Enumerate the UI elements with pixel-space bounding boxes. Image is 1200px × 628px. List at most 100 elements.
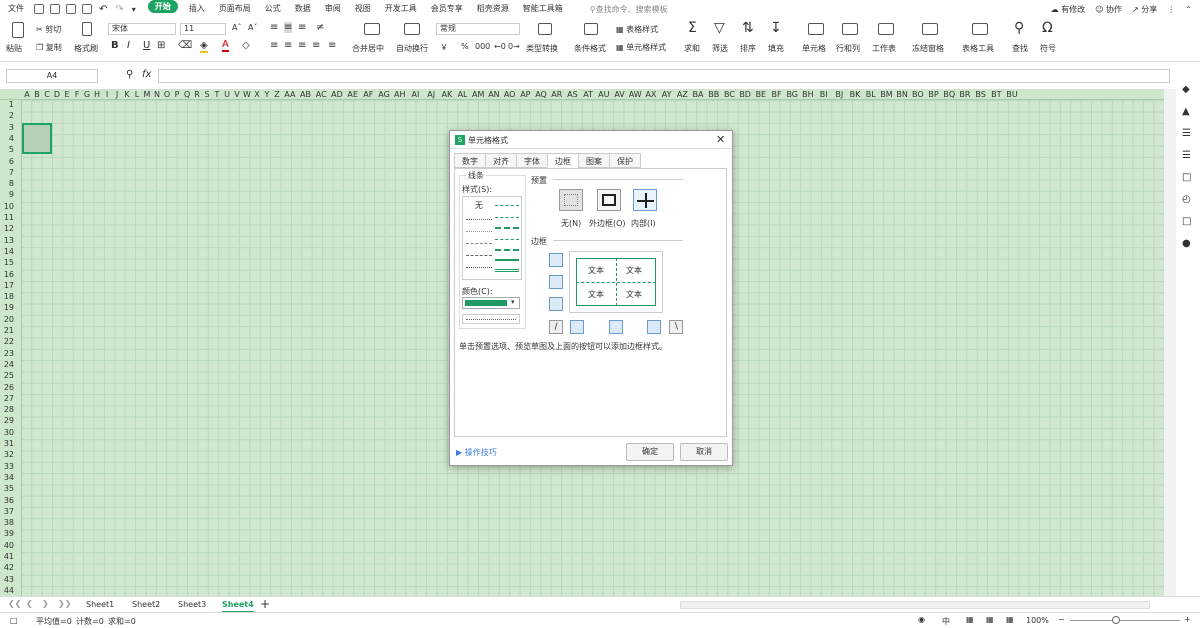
row-header[interactable]: 21 [0, 326, 21, 336]
column-header[interactable]: AD [329, 89, 345, 99]
select-icon[interactable]: ▲ [1182, 106, 1190, 117]
cond-format-button[interactable]: 条件格式 [574, 43, 606, 54]
sort-button[interactable]: 排序 [740, 43, 756, 54]
map-pin-icon[interactable]: ● [1182, 238, 1191, 249]
kebab-icon[interactable]: ⋮ [1167, 5, 1175, 14]
selected-range[interactable] [22, 123, 52, 154]
style-dotted-option[interactable] [466, 231, 492, 232]
cond-format-icon[interactable] [584, 23, 598, 35]
row-header[interactable]: 38 [0, 518, 21, 528]
row-header[interactable]: 43 [0, 575, 21, 585]
zoom-thumb[interactable] [1112, 616, 1120, 624]
column-header[interactable]: AQ [533, 89, 549, 99]
column-header[interactable]: AN [486, 89, 502, 99]
style-none-option[interactable]: 无 [475, 200, 483, 211]
formula-input[interactable] [158, 69, 1170, 83]
style-green-solid-1[interactable] [495, 259, 519, 261]
column-header[interactable]: AS [565, 89, 581, 99]
border-icon[interactable]: ⊞ [157, 40, 165, 51]
row-header[interactable]: 28 [0, 405, 21, 415]
table-style-button[interactable]: ▦ 表格样式 [616, 24, 658, 35]
row-header[interactable]: 39 [0, 529, 21, 539]
column-header[interactable]: BS [973, 89, 989, 99]
add-sheet-icon[interactable]: + [260, 597, 270, 611]
row-header[interactable]: 36 [0, 496, 21, 506]
column-header[interactable]: BF [769, 89, 785, 99]
fill-icon[interactable]: ↧ [770, 20, 782, 36]
sheet-tab-2[interactable]: Sheet2 [132, 599, 160, 611]
column-header[interactable]: AU [596, 89, 612, 99]
align-top-icon[interactable]: ≡ [270, 22, 278, 33]
clear-format-icon[interactable]: ◇ [242, 40, 250, 51]
row-header[interactable]: 2 [0, 111, 21, 121]
merge-center-icon[interactable] [364, 23, 380, 35]
column-header[interactable]: AR [549, 89, 565, 99]
name-box[interactable]: A4 [6, 69, 98, 83]
font-size-select[interactable]: 11 [180, 23, 226, 35]
wrap-text-icon[interactable] [404, 23, 420, 35]
sheet-icon[interactable] [878, 23, 894, 35]
column-header[interactable]: Y [262, 89, 272, 99]
column-header[interactable]: O [162, 89, 172, 99]
column-header[interactable]: AA [282, 89, 298, 99]
paste-icon[interactable] [12, 22, 24, 38]
column-header[interactable]: BA [690, 89, 706, 99]
border-left-button[interactable] [570, 320, 584, 334]
underline-button[interactable]: U [143, 40, 150, 51]
menu-4[interactable]: 数据 [288, 0, 318, 18]
column-header[interactable]: M [142, 89, 152, 99]
sliders-icon[interactable]: ☰ [1182, 150, 1191, 161]
row-header[interactable]: 12 [0, 224, 21, 234]
column-header[interactable]: P [172, 89, 182, 99]
column-header[interactable]: BP [926, 89, 942, 99]
share-button[interactable]: ↗ 分享 [1132, 4, 1157, 15]
cell-style-button[interactable]: ▦ 单元格样式 [616, 42, 666, 53]
column-header[interactable]: BQ [941, 89, 957, 99]
dialog-titlebar[interactable]: S 单元格格式 ✕ [450, 131, 732, 149]
dialog-tab-4[interactable]: 图案 [578, 153, 610, 168]
menu-10[interactable]: 智能工具箱 [516, 0, 570, 18]
fill-button[interactable]: 填充 [768, 43, 784, 54]
cell-icon[interactable] [808, 23, 824, 35]
cut-button[interactable]: ✂ 剪切 [36, 24, 61, 35]
italic-button[interactable]: I [127, 40, 130, 51]
macro-icon[interactable]: □ [10, 616, 18, 625]
column-header[interactable]: AM [470, 89, 486, 99]
menu-6[interactable]: 视图 [348, 0, 378, 18]
undo-icon[interactable]: ↶ [99, 4, 107, 15]
horizontal-scrollbar[interactable] [680, 601, 1150, 609]
eraser-icon[interactable]: ⌫ [178, 40, 192, 51]
column-header[interactable]: AX [643, 89, 659, 99]
border-bottom-button[interactable] [549, 297, 563, 311]
zoom-value[interactable]: 100% [1026, 616, 1049, 625]
style-green-dash-3[interactable] [495, 227, 519, 229]
more-icon[interactable]: ▾ [132, 5, 136, 14]
style-dashed-option[interactable] [466, 255, 492, 256]
collab-button[interactable]: ☺ 协作 [1095, 4, 1122, 15]
row-header[interactable]: 16 [0, 270, 21, 280]
row-header[interactable]: 27 [0, 394, 21, 404]
column-header[interactable]: BB [706, 89, 722, 99]
first-sheet-icon[interactable]: ❮❮ [8, 599, 21, 608]
symbol-icon[interactable]: Ω [1042, 20, 1053, 36]
color-select[interactable]: ▾ [462, 297, 520, 309]
fx-icon[interactable]: fx [142, 69, 151, 80]
column-header[interactable]: AK [439, 89, 455, 99]
dialog-tab-0[interactable]: 数字 [454, 153, 486, 168]
align-center-icon[interactable]: ≡ [284, 40, 292, 51]
column-header[interactable]: AP [518, 89, 534, 99]
history-icon[interactable]: ◴ [1182, 194, 1191, 205]
column-header[interactable]: AY [659, 89, 675, 99]
column-header[interactable]: BI [816, 89, 832, 99]
break-view-icon[interactable]: ▦ [1006, 615, 1014, 624]
column-header[interactable]: L [132, 89, 142, 99]
column-header[interactable]: BN [894, 89, 910, 99]
export-icon[interactable] [50, 4, 60, 14]
column-header[interactable]: A [22, 89, 32, 99]
border-right-button[interactable] [647, 320, 661, 334]
column-header[interactable]: F [72, 89, 82, 99]
menu-7[interactable]: 开发工具 [378, 0, 424, 18]
symbol-button[interactable]: 符号 [1040, 43, 1056, 54]
row-header[interactable]: 10 [0, 202, 21, 212]
column-header[interactable]: S [202, 89, 212, 99]
